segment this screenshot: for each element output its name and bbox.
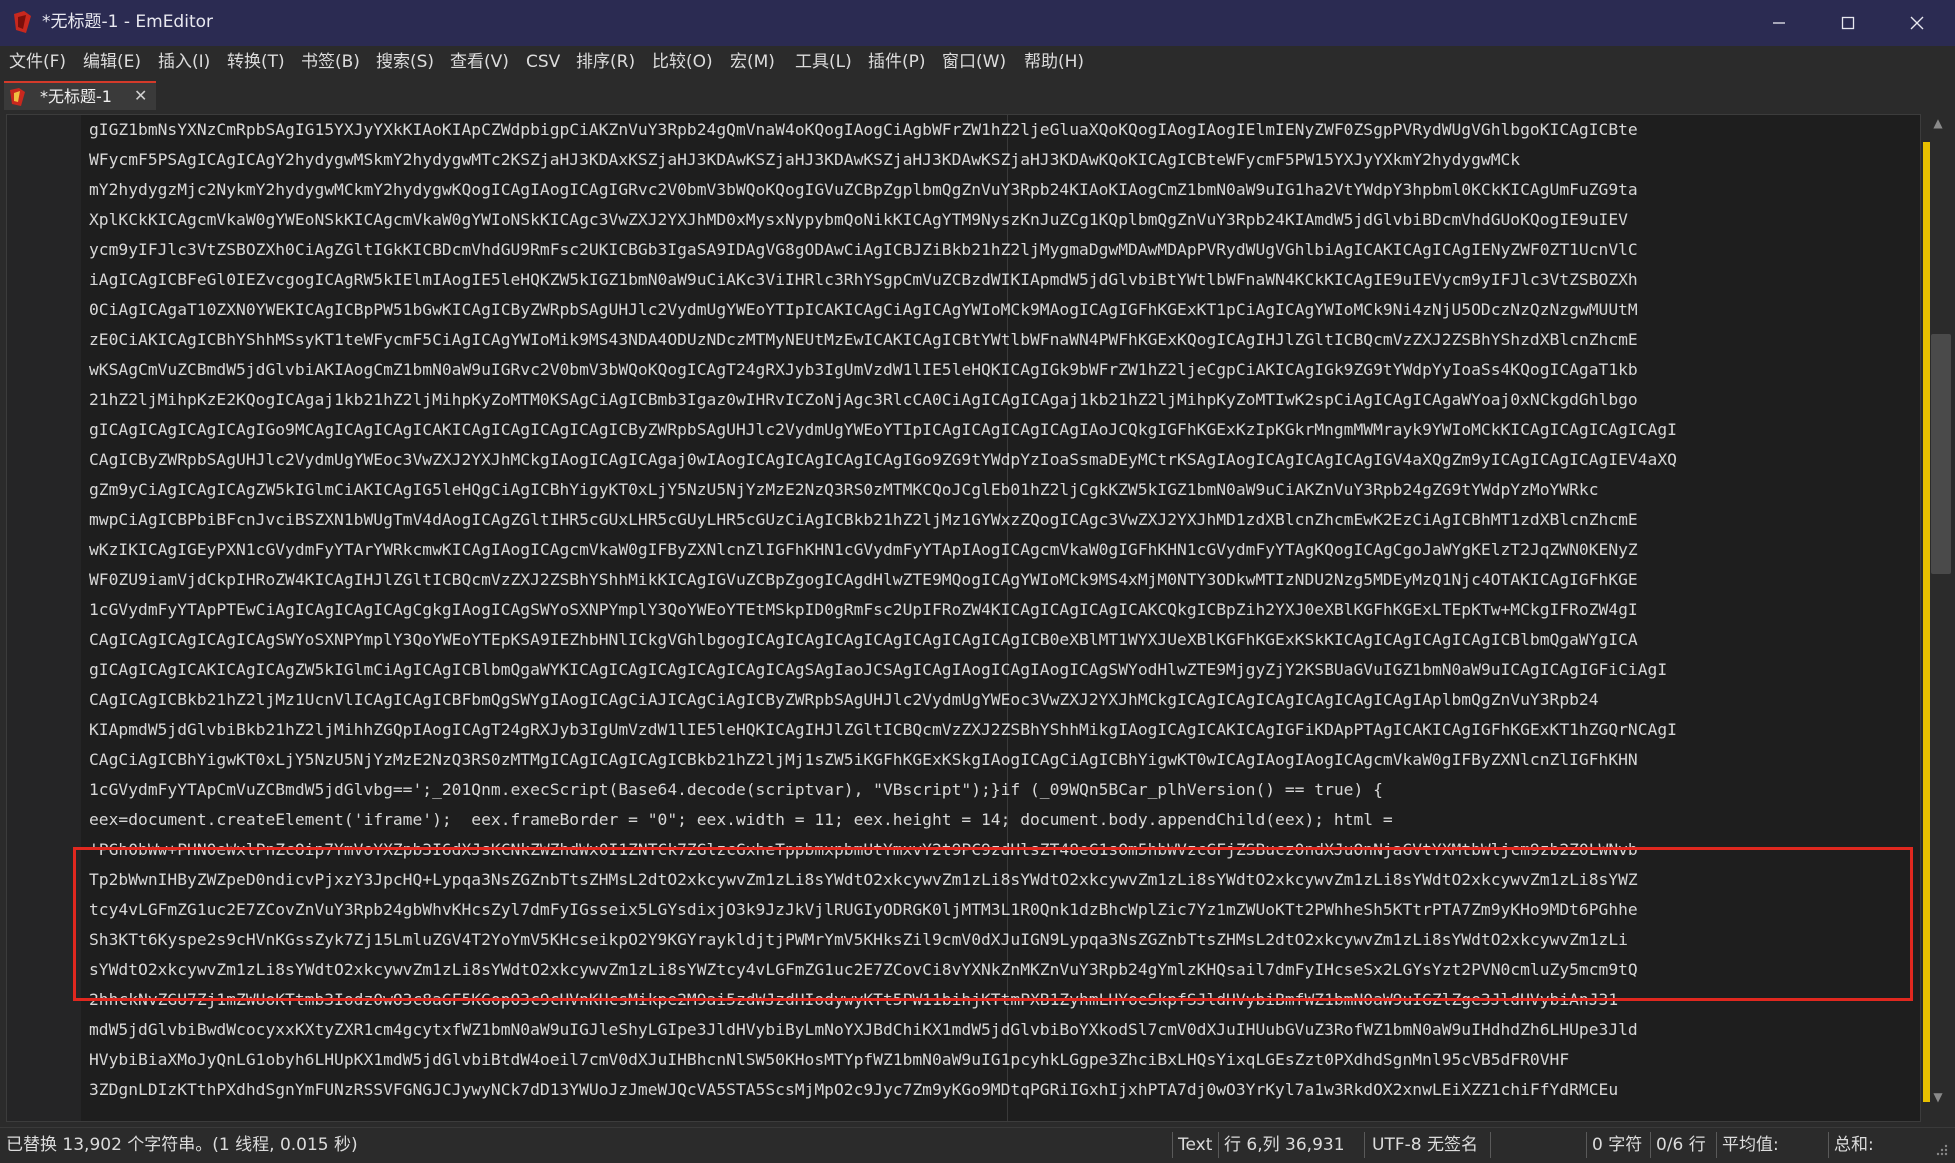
status-separator (1490, 1132, 1491, 1158)
status-mode[interactable]: Text (1178, 1134, 1212, 1156)
code-line[interactable]: iAgICAgICBFeGl0IEZvcgogICAgRW5kIElmIAogI… (89, 265, 1909, 295)
code-text-area[interactable]: gIGZ1bmNsYXNzCmRpbSAgIG15YXJyYXkKIAoKIAp… (89, 115, 1909, 1121)
menu-insert[interactable]: 插入(I) (158, 51, 210, 73)
code-line[interactable]: WFycmF5PSAgICAgICAgY2hydygwMSkmY2hydygwM… (89, 145, 1909, 175)
status-separator (1218, 1132, 1219, 1158)
status-separator (1650, 1132, 1651, 1158)
tab-label: *无标题-1 (40, 87, 112, 106)
scroll-down-arrow-icon[interactable]: ▼ (1921, 1090, 1955, 1110)
code-line[interactable]: Tp2bWwnIHByZWZpeD0ndicvPjxzY3JpcHQ+Lypqa… (89, 865, 1909, 895)
menu-compare[interactable]: 比较(O) (652, 51, 713, 73)
status-line-count: 0/6 行 (1656, 1135, 1706, 1155)
title-bar: *无标题-1 - EmEditor (0, 0, 1955, 46)
code-line[interactable]: gIGZ1bmNsYXNzCmRpbSAgIG15YXJyYXkKIAoKIAp… (89, 115, 1909, 145)
status-separator (1172, 1132, 1173, 1158)
menu-macros[interactable]: 宏(M) (730, 51, 775, 73)
code-line[interactable]: gICAgICAgICAKICAgICAgZW5kIGlmCiAgICAgICB… (89, 655, 1909, 685)
status-average: 平均值: (1722, 1135, 1779, 1155)
code-line[interactable]: mdW5jdGlvbiBwdWcocyxxKXtyZXR1cm4gcytxfWZ… (89, 1015, 1909, 1045)
code-line[interactable]: 1cGVydmFyYTApPTEwCiAgICAgICAgICAgCgkgIAo… (89, 595, 1909, 625)
scroll-thumb[interactable] (1931, 334, 1951, 574)
code-line[interactable]: KIApmdW5jdGlvbiBkb21hZ2ljMihhZGQpIAogICA… (89, 715, 1909, 745)
code-line[interactable]: CAgICAgICBkb21hZ2ljMz1UcnVlICAgICAgICBFb… (89, 685, 1909, 715)
code-line[interactable]: eex=document.createElement('iframe'); ee… (89, 805, 1909, 835)
tab-document[interactable]: *无标题-1 ✕ (4, 81, 156, 110)
window-title: *无标题-1 - EmEditor (42, 12, 214, 32)
menu-csv[interactable]: CSV (526, 51, 560, 73)
status-separator (1828, 1132, 1829, 1158)
maximize-button[interactable] (1815, 0, 1881, 46)
code-line[interactable]: 0CiAgICAgaT10ZXN0YWEKICAgICBpPW51bGwKICA… (89, 295, 1909, 325)
code-line[interactable]: WF0ZU9iamVjdCkpIHRoZW4KICAgIHJlZGltICBQc… (89, 565, 1909, 595)
code-line[interactable]: HVybiBiaXMoJyQnLG1obyh6LHUpKX1mdW5jdGlvb… (89, 1045, 1909, 1075)
code-line[interactable]: XplKCkKICAgcmVkaW0gYWEoNSkKICAgcmVkaW0gY… (89, 205, 1909, 235)
code-line[interactable]: wKSAgCmVuZCBmdW5jdGlvbiAKIAogCmZ1bmN0aW9… (89, 355, 1909, 385)
menu-file[interactable]: 文件(F) (9, 51, 66, 73)
code-line[interactable]: zE0CiAKICAgICBhYShhMSsyKT1teWFycmF5CiAgI… (89, 325, 1909, 355)
close-icon (1910, 16, 1924, 30)
code-line[interactable]: wKzIKICAgIGEyPXN1cGVydmFyYTArYWRkcmwKICA… (89, 535, 1909, 565)
code-line[interactable]: CAgICByZWRpbSAgUHJlc2VydmUgYWEoc3VwZXJ2Y… (89, 445, 1909, 475)
code-line[interactable]: 'PGh0bWw+PHN0eWxlPnZcOip7YmVoYXZpb3I6dXJ… (89, 835, 1909, 865)
status-char-count: 0 字符 (1592, 1135, 1643, 1155)
code-line[interactable]: 21hZ2ljMihpKzE2KQogICAgaj1kb21hZ2ljMihpK… (89, 385, 1909, 415)
code-line[interactable]: 1cGVydmFyYTApCmVuZCBmdW5jdGlvbg==';_201Q… (89, 775, 1909, 805)
tab-close-icon[interactable]: ✕ (134, 86, 147, 105)
vertical-scrollbar[interactable]: ▲ ▼ (1921, 114, 1955, 1122)
menu-sort[interactable]: 排序(R) (576, 51, 635, 73)
menu-bookmarks[interactable]: 书签(B) (301, 51, 360, 73)
menu-search[interactable]: 搜索(S) (376, 51, 434, 73)
status-separator (1364, 1132, 1365, 1158)
code-line[interactable]: gICAgICAgICAgICAgIGo9MCAgICAgICAgICAKICA… (89, 415, 1909, 445)
code-line[interactable]: sYWdtO2xkcywvZm1zLi8sYWdtO2xkcywvZm1zLi8… (89, 955, 1909, 985)
code-line[interactable]: gZm9yCiAgICAgICAgZW5kIGlmCiAKICAgIG5leHQ… (89, 475, 1909, 505)
status-bar: 已替换 13,902 个字符串。(1 线程, 0.015 秒) Text 行 6… (0, 1127, 1955, 1163)
code-line[interactable]: 3ZDgnLDIzKTthPXdhdSgnYmFUNzRSSVFGNGJCJyw… (89, 1075, 1909, 1105)
menu-help[interactable]: 帮助(H) (1024, 51, 1084, 73)
maximize-icon (1841, 16, 1855, 30)
menu-bar: 文件(F) 编辑(E) 插入(I) 转换(T) 书签(B) 搜索(S) 查看(V… (0, 46, 1955, 79)
status-message: 已替换 13,902 个字符串。(1 线程, 0.015 秒) (6, 1135, 358, 1155)
emeditor-document-icon (10, 88, 25, 106)
menu-view[interactable]: 查看(V) (450, 51, 509, 73)
status-sum: 总和: (1834, 1135, 1874, 1155)
resize-grip-icon[interactable] (1934, 1142, 1948, 1156)
status-separator (1586, 1132, 1587, 1158)
code-line[interactable]: CAgICAgICAgICAgICAgSWYoSXNPYmplY3QoYWEoY… (89, 625, 1909, 655)
code-line[interactable]: ycm9yIFJlc3VtZSBOZXh0CiAgZGltIGkKICBDcmV… (89, 235, 1909, 265)
minimize-button[interactable] (1746, 0, 1812, 46)
code-line[interactable]: Sh3KTt6Kyspe2s9cHVnKGssZyk7Zj15LmluZGV4T… (89, 925, 1909, 955)
code-line[interactable]: CAgCiAgICBhYigwKT0xLjY5NzU5NjYzMzE2NzQ3R… (89, 745, 1909, 775)
menu-plugins[interactable]: 插件(P) (868, 51, 926, 73)
menu-convert[interactable]: 转换(T) (227, 51, 285, 73)
status-encoding[interactable]: UTF-8 无签名 (1372, 1134, 1478, 1156)
status-position[interactable]: 行 6,列 36,931 (1224, 1134, 1345, 1156)
code-line[interactable]: tcy4vLGFmZG1uc2E7ZCovZnVuY3Rpb24gbWhvKHc… (89, 895, 1909, 925)
code-line[interactable]: 2hhckNvZGU7Zj1mZWUoKTtmb3Iodz0wO3c8aGF5K… (89, 985, 1909, 1015)
code-line[interactable]: mwpCiAgICBPbiBFcnJvciBSZXN1bWUgTmV4dAogI… (89, 505, 1909, 535)
status-separator (1716, 1132, 1717, 1158)
editor-pane[interactable]: gIGZ1bmNsYXNzCmRpbSAgIG15YXJyYXkKIAoKIAp… (6, 114, 1921, 1122)
tab-strip: *无标题-1 ✕ (0, 79, 1955, 110)
line-gutter (7, 115, 81, 1121)
menu-window[interactable]: 窗口(W) (942, 51, 1006, 73)
menu-edit[interactable]: 编辑(E) (83, 51, 141, 73)
menu-tools[interactable]: 工具(L) (795, 51, 852, 73)
scroll-up-arrow-icon[interactable]: ▲ (1921, 116, 1955, 136)
close-window-button[interactable] (1884, 0, 1950, 46)
emeditor-app-icon (14, 11, 31, 33)
scroll-search-marker (1923, 142, 1930, 1102)
minimize-icon (1773, 22, 1785, 24)
code-line[interactable]: mY2hydygzMjc2NykmY2hydygwMCkmY2hydygwKQo… (89, 175, 1909, 205)
